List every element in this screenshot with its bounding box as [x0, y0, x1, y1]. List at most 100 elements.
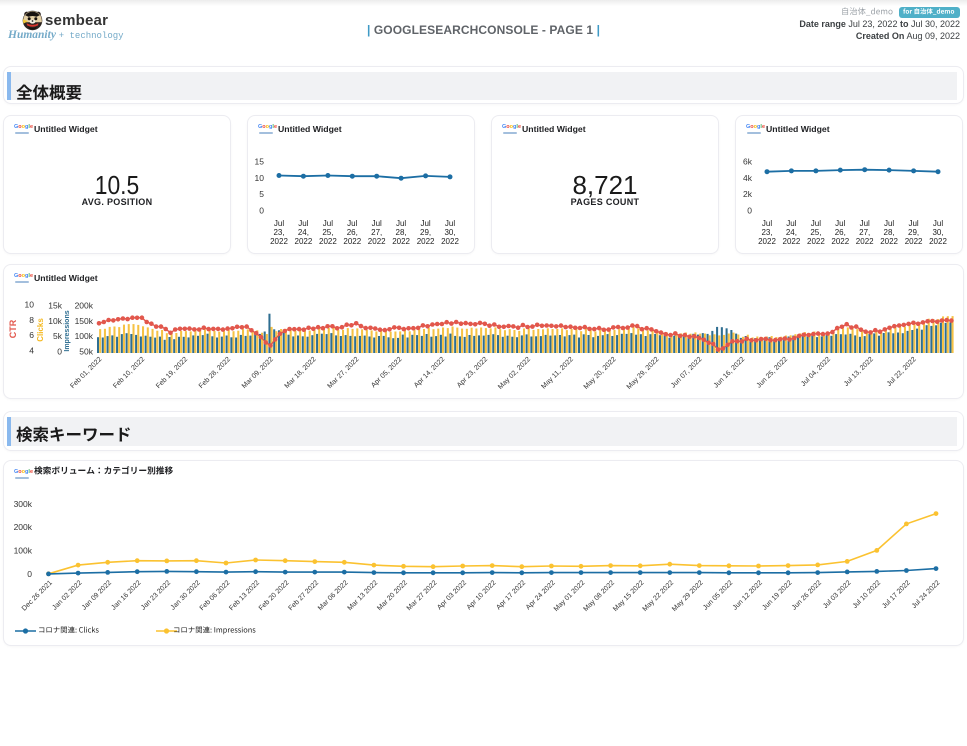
svg-text:Jul 04, 2022: Jul 04, 2022 — [800, 356, 832, 388]
svg-text:Jul: Jul — [933, 219, 943, 228]
svg-text:Feb 28, 2022: Feb 28, 2022 — [198, 356, 232, 390]
svg-text:Jul 03 2022: Jul 03 2022 — [822, 579, 853, 610]
svg-text:100k: 100k — [75, 331, 94, 341]
svg-text:Feb 20 2022: Feb 20 2022 — [258, 579, 291, 612]
svg-text:2022: 2022 — [343, 237, 361, 246]
svg-text:0: 0 — [57, 347, 62, 357]
svg-text:10: 10 — [255, 173, 265, 183]
svg-text:Jun 12 2022: Jun 12 2022 — [732, 579, 764, 611]
svg-text:Jan 02 2022: Jan 02 2022 — [51, 579, 83, 611]
svg-text:Dec 26 2021: Dec 26 2021 — [21, 579, 54, 612]
svg-text:2022: 2022 — [929, 237, 947, 246]
svg-text:Apr 03 2022: Apr 03 2022 — [436, 579, 468, 611]
svg-text:200k: 200k — [75, 301, 94, 311]
svg-text:Jul: Jul — [420, 219, 430, 228]
svg-text:May 20, 2022: May 20, 2022 — [583, 356, 618, 391]
svg-text:15: 15 — [255, 157, 265, 167]
svg-text:Jul 24 2022: Jul 24 2022 — [911, 579, 942, 610]
svg-text:Jul: Jul — [347, 219, 357, 228]
svg-text:26,: 26, — [835, 228, 846, 237]
svg-text:23,: 23, — [273, 228, 284, 237]
svg-text:Jul: Jul — [396, 219, 406, 228]
svg-text:2022: 2022 — [831, 237, 849, 246]
svg-text:200k: 200k — [14, 522, 33, 532]
svg-text:2022: 2022 — [905, 237, 923, 246]
svg-text:Clicks: Clicks — [36, 318, 45, 342]
svg-text:100k: 100k — [14, 546, 33, 556]
svg-text:29,: 29, — [908, 228, 919, 237]
svg-text:May 11, 2022: May 11, 2022 — [540, 356, 575, 391]
svg-text:Feb 27 2022: Feb 27 2022 — [287, 579, 320, 612]
svg-text:2022: 2022 — [417, 237, 435, 246]
svg-text:Apr 14, 2022: Apr 14, 2022 — [413, 356, 446, 389]
svg-text:24,: 24, — [786, 228, 797, 237]
svg-text:Mar 27, 2022: Mar 27, 2022 — [326, 356, 360, 390]
svg-text:0: 0 — [259, 206, 264, 216]
svg-text:Feb 06 2022: Feb 06 2022 — [199, 579, 232, 612]
svg-text:6: 6 — [29, 330, 34, 340]
svg-text:Mar 18, 2022: Mar 18, 2022 — [284, 356, 318, 390]
svg-text:2022: 2022 — [319, 237, 337, 246]
svg-text:Feb 10, 2022: Feb 10, 2022 — [112, 356, 146, 390]
svg-text:Jun 26 2022: Jun 26 2022 — [791, 579, 823, 611]
svg-text:50k: 50k — [79, 347, 93, 357]
svg-text:2022: 2022 — [880, 237, 898, 246]
svg-text:Jul 13, 2022: Jul 13, 2022 — [843, 356, 875, 388]
svg-text:2022: 2022 — [270, 237, 288, 246]
svg-text:Jan 16 2022: Jan 16 2022 — [110, 579, 142, 611]
svg-text:Apr 17 2022: Apr 17 2022 — [495, 579, 527, 611]
svg-text:Mar 09, 2022: Mar 09, 2022 — [241, 356, 275, 390]
svg-text:May 02, 2022: May 02, 2022 — [497, 356, 532, 391]
svg-text:27,: 27, — [371, 228, 382, 237]
svg-text:Jan 30 2022: Jan 30 2022 — [170, 579, 202, 611]
svg-text:2k: 2k — [743, 189, 753, 199]
svg-text:28,: 28, — [396, 228, 407, 237]
svg-text:Mar 06 2022: Mar 06 2022 — [317, 579, 350, 612]
svg-text:25,: 25, — [322, 228, 333, 237]
svg-text:28,: 28, — [884, 228, 895, 237]
svg-text:Jul: Jul — [908, 219, 918, 228]
svg-text:24,: 24, — [298, 228, 309, 237]
svg-text:Jul: Jul — [884, 219, 894, 228]
svg-text:29,: 29, — [420, 228, 431, 237]
svg-text:23,: 23, — [761, 228, 772, 237]
svg-text:Jun 05 2022: Jun 05 2022 — [702, 579, 734, 611]
svg-text:Jul: Jul — [274, 219, 284, 228]
svg-text:10: 10 — [25, 300, 35, 310]
svg-text:2022: 2022 — [441, 237, 459, 246]
svg-text:300k: 300k — [14, 499, 33, 509]
svg-text:30,: 30, — [932, 228, 943, 237]
svg-text:Jul: Jul — [298, 219, 308, 228]
svg-text:2022: 2022 — [856, 237, 874, 246]
svg-text:Apr 24 2022: Apr 24 2022 — [525, 579, 557, 611]
svg-text:30,: 30, — [444, 228, 455, 237]
svg-text:Feb 01, 2022: Feb 01, 2022 — [69, 356, 103, 390]
svg-text:Jun 07, 2022: Jun 07, 2022 — [670, 356, 704, 390]
svg-text:15k: 15k — [48, 301, 62, 311]
svg-text:Jan 23 2022: Jan 23 2022 — [140, 579, 172, 611]
svg-text:0: 0 — [27, 569, 32, 579]
svg-text:May 29 2022: May 29 2022 — [671, 579, 705, 613]
svg-text:2022: 2022 — [807, 237, 825, 246]
svg-text:Feb 19, 2022: Feb 19, 2022 — [155, 356, 189, 390]
svg-text:2022: 2022 — [295, 237, 313, 246]
svg-text:Jul 10 2022: Jul 10 2022 — [852, 579, 883, 610]
svg-text:27,: 27, — [859, 228, 870, 237]
svg-text:8: 8 — [29, 315, 34, 325]
svg-text:2022: 2022 — [758, 237, 776, 246]
svg-text:Mar 20 2022: Mar 20 2022 — [376, 579, 409, 612]
svg-text:May 29, 2022: May 29, 2022 — [626, 356, 661, 391]
svg-text:Apr 05, 2022: Apr 05, 2022 — [370, 356, 403, 389]
svg-text:Jun 19 2022: Jun 19 2022 — [761, 579, 793, 611]
svg-text:2022: 2022 — [368, 237, 386, 246]
svg-text:26,: 26, — [347, 228, 358, 237]
svg-text:4: 4 — [29, 346, 34, 356]
svg-text:5: 5 — [259, 189, 264, 199]
svg-text:Impressions: Impressions — [64, 310, 71, 351]
svg-text:CTR: CTR — [8, 319, 18, 338]
svg-text:Jun 16, 2022: Jun 16, 2022 — [713, 356, 747, 390]
svg-text:6k: 6k — [743, 157, 753, 167]
svg-text:Jun 25, 2022: Jun 25, 2022 — [756, 356, 790, 390]
svg-text:5k: 5k — [53, 331, 63, 341]
svg-text:Jul: Jul — [323, 219, 333, 228]
